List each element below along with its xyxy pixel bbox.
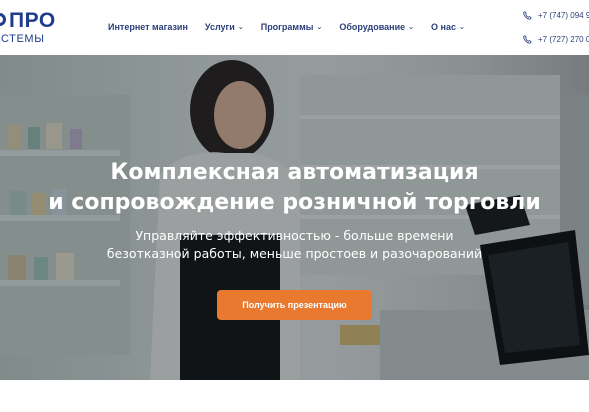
phone-icon (523, 34, 532, 44)
contacts: +7 (747) 094 9 +7 (727) 270 0 (523, 8, 589, 56)
logo-bottom-text: СТЕМЫ (1, 33, 45, 45)
hero-subtitle-line: безотказной работы, меньше простоев и ра… (106, 246, 483, 261)
hero-title: Комплексная автоматизация и сопровождени… (0, 158, 589, 218)
hero-subtitle-line: Управляйте эффективностью - больше време… (135, 228, 454, 243)
nav-item-label: Программы (260, 22, 314, 32)
phone-link-2[interactable]: +7 (727) 270 0 (523, 32, 589, 46)
main-nav: Интернет магазин Услуги ⌄ Программы ⌄ Об… (108, 19, 465, 35)
chevron-down-icon: ⌄ (237, 24, 244, 31)
logo-top-text: ПРО (9, 9, 56, 32)
nav-item-label: Услуги (204, 22, 235, 32)
hero-subtitle: Управляйте эффективностью - больше време… (0, 227, 589, 263)
nav-item-label: Интернет магазин (108, 22, 188, 32)
phone-number: +7 (727) 270 0 (538, 34, 589, 44)
phone-number: +7 (747) 094 9 (538, 10, 589, 20)
site-header: ПРО СТЕМЫ Интернет магазин Услуги ⌄ Прог… (0, 0, 589, 55)
phone-link-1[interactable]: +7 (747) 094 9 (523, 8, 589, 22)
hero-title-line: и сопровождение розничной торговли (48, 190, 541, 215)
nav-item-services[interactable]: Услуги ⌄ (205, 22, 244, 32)
get-presentation-button[interactable]: Получить презентацию (217, 290, 372, 320)
nav-item-programs[interactable]: Программы ⌄ (261, 22, 323, 32)
nav-item-equipment[interactable]: Оборудование ⌄ (339, 22, 414, 32)
chevron-down-icon: ⌄ (458, 24, 465, 31)
chevron-down-icon: ⌄ (316, 24, 323, 31)
hero-title-line: Комплексная автоматизация (110, 160, 479, 185)
hero-banner: Комплексная автоматизация и сопровождени… (0, 55, 589, 380)
nav-item-label: О нас (431, 22, 456, 32)
phone-icon (523, 10, 532, 20)
chevron-down-icon: ⌄ (408, 24, 415, 31)
nav-item-shop[interactable]: Интернет магазин (108, 22, 188, 32)
logo[interactable]: ПРО СТЕМЫ (0, 10, 70, 46)
nav-item-about[interactable]: О нас ⌄ (431, 22, 465, 32)
nav-item-label: Оборудование (339, 22, 406, 32)
logo-ring-icon (0, 13, 6, 26)
